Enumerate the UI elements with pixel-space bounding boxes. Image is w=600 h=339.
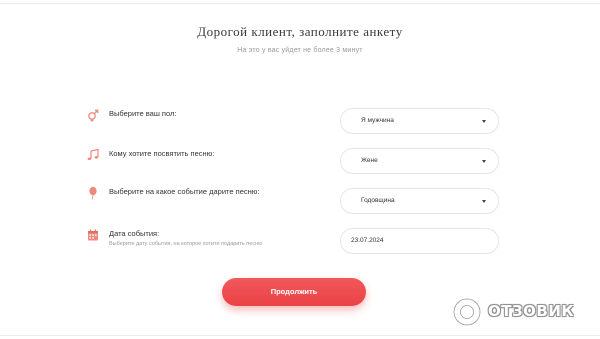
watermark-text: ОТЗОВИК	[488, 302, 575, 320]
recipient-row: Кому хотите посвятить песню: Жене	[0, 146, 600, 176]
calendar-icon	[86, 228, 100, 242]
gender-label: Выберите ваш пол:	[109, 109, 177, 118]
top-divider	[0, 0, 600, 4]
event-date-value: 23.07.2024	[351, 237, 384, 244]
occasion-row: Выберите на какое событие дарите песню: …	[0, 186, 600, 216]
bottom-divider	[0, 335, 600, 336]
gender-select[interactable]: Я мужчина	[340, 108, 499, 134]
music-note-icon	[86, 148, 100, 162]
page-title: Дорогой клиент, заполните анкету	[197, 24, 403, 39]
occasion-label: Выберите на какое событие дарите песню:	[109, 187, 260, 196]
gender-row: Выберите ваш пол: Я мужчина	[0, 106, 600, 136]
event-date-hint: Выберите дату события, на которое хотите…	[109, 241, 263, 247]
balloon-icon	[86, 186, 100, 200]
watermark: ОТЗОВИК	[452, 296, 592, 328]
gender-value: Я мужчина	[361, 117, 394, 124]
chevron-down-icon	[482, 120, 486, 123]
occasion-select[interactable]: Годовщина	[340, 188, 499, 214]
chevron-down-icon	[482, 160, 486, 163]
continue-button[interactable]: Продолжить	[222, 278, 366, 306]
page-subtitle: На это у вас уйдет не более 3 минут	[237, 47, 363, 54]
recipient-select[interactable]: Жене	[340, 148, 499, 174]
recipient-value: Жене	[361, 157, 378, 164]
watermark-logo-icon	[452, 297, 482, 327]
gender-icon	[86, 108, 100, 122]
event-date-input[interactable]: 23.07.2024	[340, 228, 499, 254]
occasion-value: Годовщина	[361, 197, 395, 204]
event-date-row: Дата события: Выберите дату события, на …	[0, 226, 600, 256]
recipient-label: Кому хотите посвятить песню:	[109, 149, 215, 158]
event-date-label: Дата события:	[109, 229, 160, 238]
chevron-down-icon	[482, 200, 486, 203]
